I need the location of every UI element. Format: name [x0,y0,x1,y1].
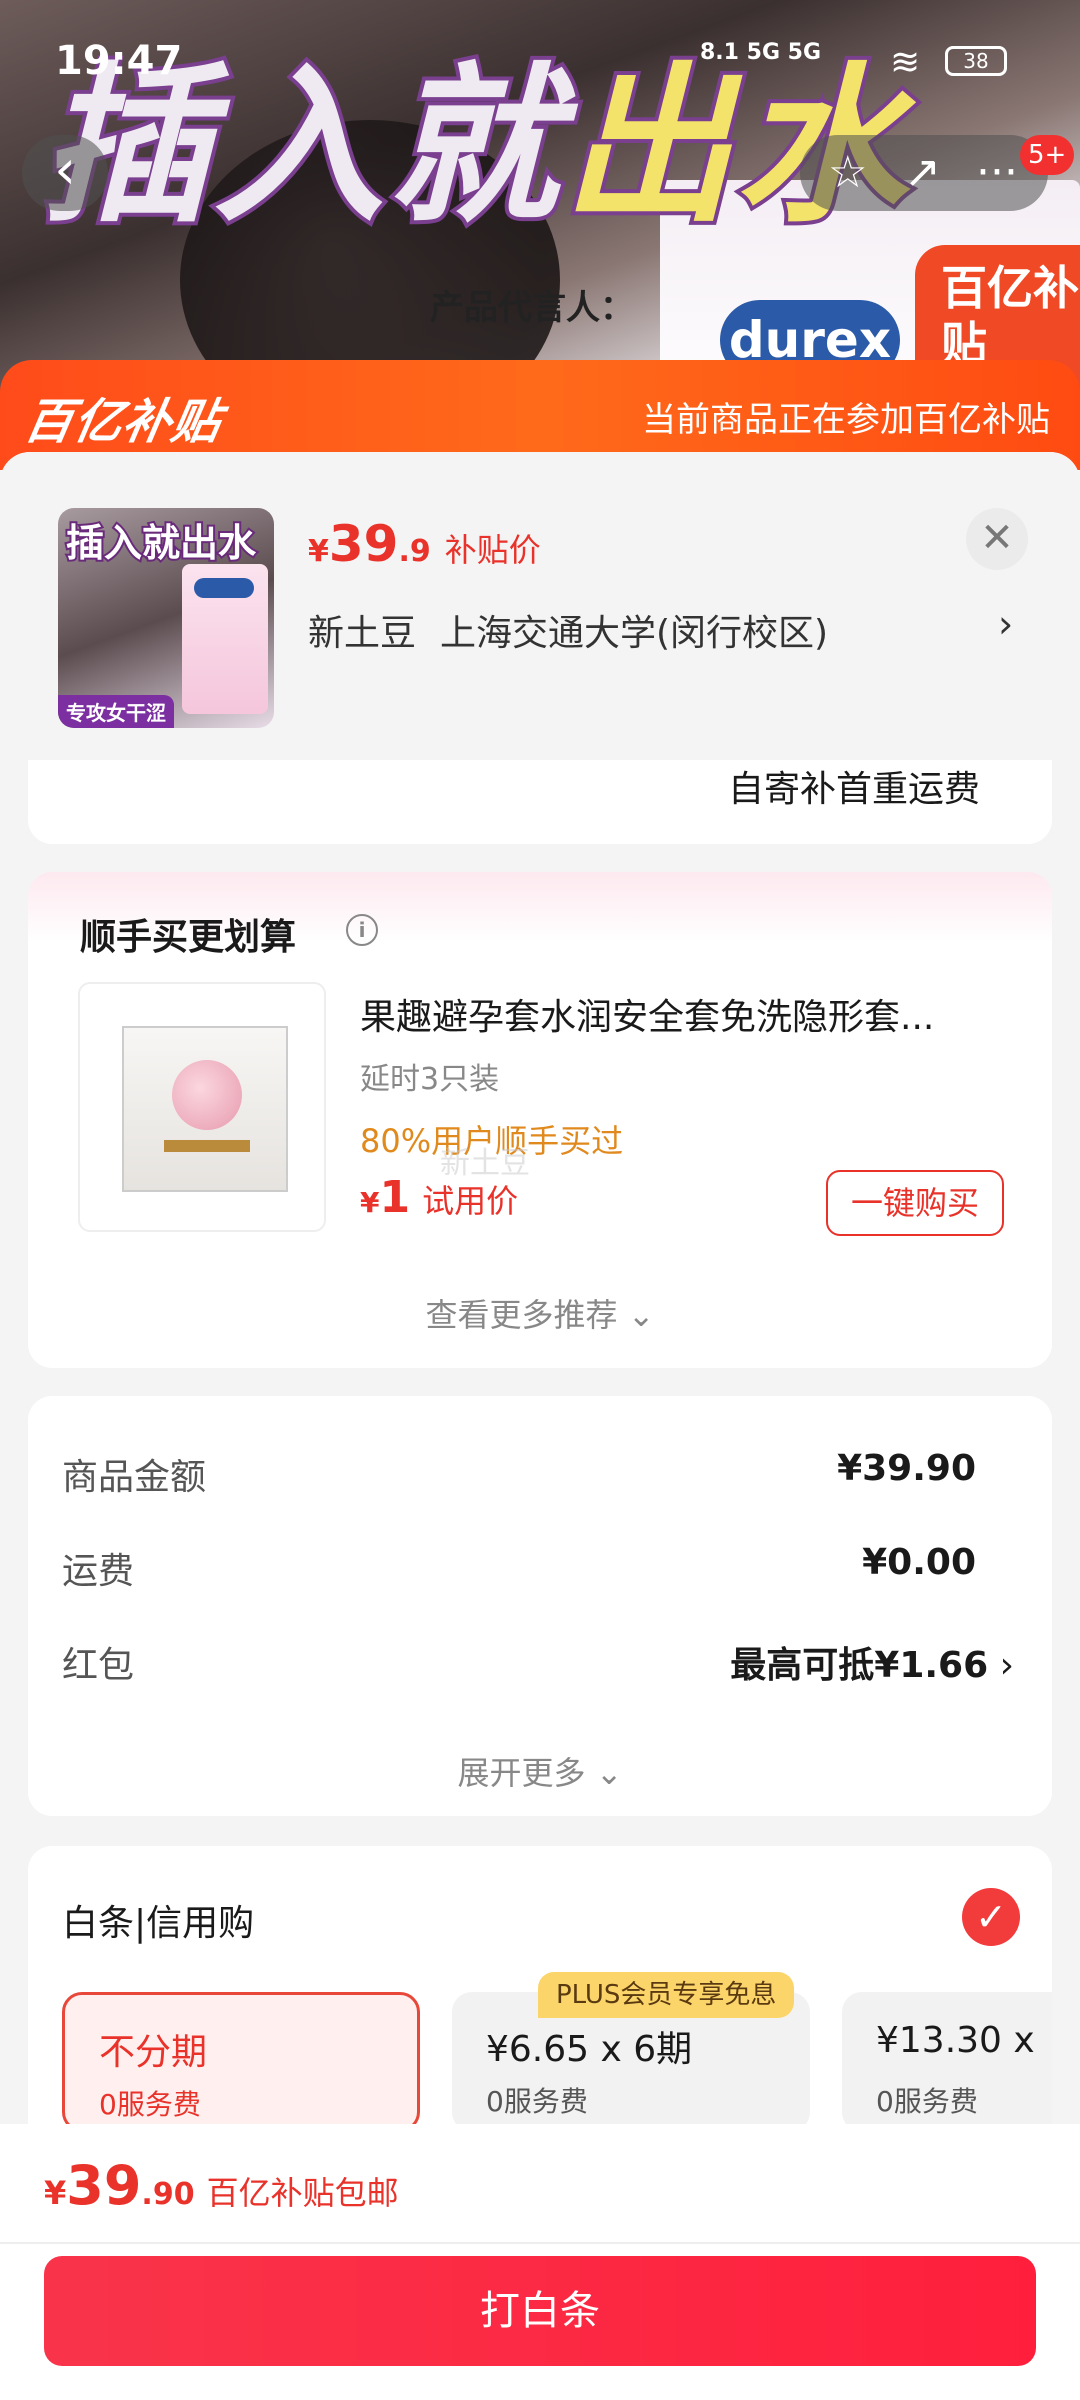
recipient-name: 新土豆 [308,613,417,654]
installment-option-12[interactable]: ¥13.30 x 0服务费 [842,1992,1052,2132]
close-icon: ✕ [980,515,1014,561]
shipping-note-card: 自寄补首重运费 [28,760,1052,844]
status-time: 19:47 [55,38,183,84]
info-icon[interactable]: i [346,914,378,946]
total-row-redpacket[interactable]: 红包 最高可抵¥1.66 › [62,1636,1014,1696]
chevron-down-icon: ⌄ [595,1754,623,1792]
product-price: ¥39.9 补贴价 [308,515,541,573]
total-row-shipping: 运费 ¥0.00 [62,1542,976,1592]
plus-member-tag: PLUS会员专享免息 [538,1972,795,2018]
checkout-bar: ¥39.90 百亿补贴包邮 打白条 [0,2124,1080,2400]
back-button[interactable]: ‹ [22,135,108,211]
recommend-item-image[interactable] [78,982,326,1232]
banner-spokesperson-label: 产品代言人： [430,288,634,328]
address-text: 上海交通大学(闵行校区) [440,613,829,654]
baitiao-card: 白条|信用购 ✓ 不分期 0服务费 ¥6.65 x 6期 0服务费 ¥13.30… [28,1846,1052,2146]
message-count-badge: 5+ [1020,135,1075,175]
close-button[interactable]: ✕ [966,508,1028,570]
total-row-goods: 商品金额 ¥39.90 [62,1448,976,1498]
see-more-recommend-link[interactable]: 查看更多推荐 ⌄ [28,1290,1052,1336]
recommend-item-name[interactable]: 果趣避孕套水润安全套免洗隐形套... [360,988,1000,1040]
order-totals-card: 商品金额 ¥39.90 运费 ¥0.00 红包 最高可抵¥1.66 › 展开更多 ⌄ [28,1396,1052,1816]
wifi-icon: ≋ [890,42,921,83]
one-click-buy-button[interactable]: 一键购买 [826,1170,1004,1236]
checkout-total: ¥39.90 百亿补贴包邮 [44,2154,399,2217]
installment-option-none[interactable]: 不分期 0服务费 [62,1992,420,2132]
divider [0,2242,1080,2244]
subsidy-notice: 当前商品正在参加百亿补贴 [642,400,1050,440]
status-bar: 19:47 8.1 5G 5G ≋ 38 [0,0,1080,120]
baitiao-title: 白条|信用购 [62,1903,255,1944]
chevron-down-icon: ⌄ [627,1296,655,1334]
more-icon[interactable]: ··· [976,147,1018,198]
shipping-address[interactable]: 新土豆 上海交通大学(闵行校区) [308,604,828,656]
top-action-bar: ☆ ↗ ··· [800,135,1048,211]
pay-with-baitiao-button[interactable]: 打白条 [44,2256,1036,2366]
product-thumbnail: 插入就出水 专攻女干涩 [58,508,274,728]
watermark: 新土豆 [440,1146,530,1181]
subsidy-brand-logo: 百亿补贴 [20,394,227,450]
recommend-title: 顺手买更划算 [80,917,297,958]
signal-icon: 8.1 5G 5G [700,40,822,65]
chevron-right-icon[interactable]: › [998,602,1013,646]
back-arrow-icon: ‹ [54,138,76,201]
chevron-right-icon: › [999,1645,1014,1686]
battery-icon: 38 [945,46,1007,76]
shipping-note: 自寄补首重运费 [727,769,980,810]
share-icon[interactable]: ↗ [904,147,941,198]
recommend-item-spec: 延时3只装 [360,1062,500,1097]
expand-more-link[interactable]: 展开更多 ⌄ [28,1748,1052,1794]
check-icon[interactable]: ✓ [962,1888,1020,1946]
favorite-star-icon[interactable]: ☆ [828,147,867,198]
recommend-card: 顺手买更划算 i 果趣避孕套水润安全套免洗隐形套... 延时3只装 80%用户顺… [28,872,1052,1368]
